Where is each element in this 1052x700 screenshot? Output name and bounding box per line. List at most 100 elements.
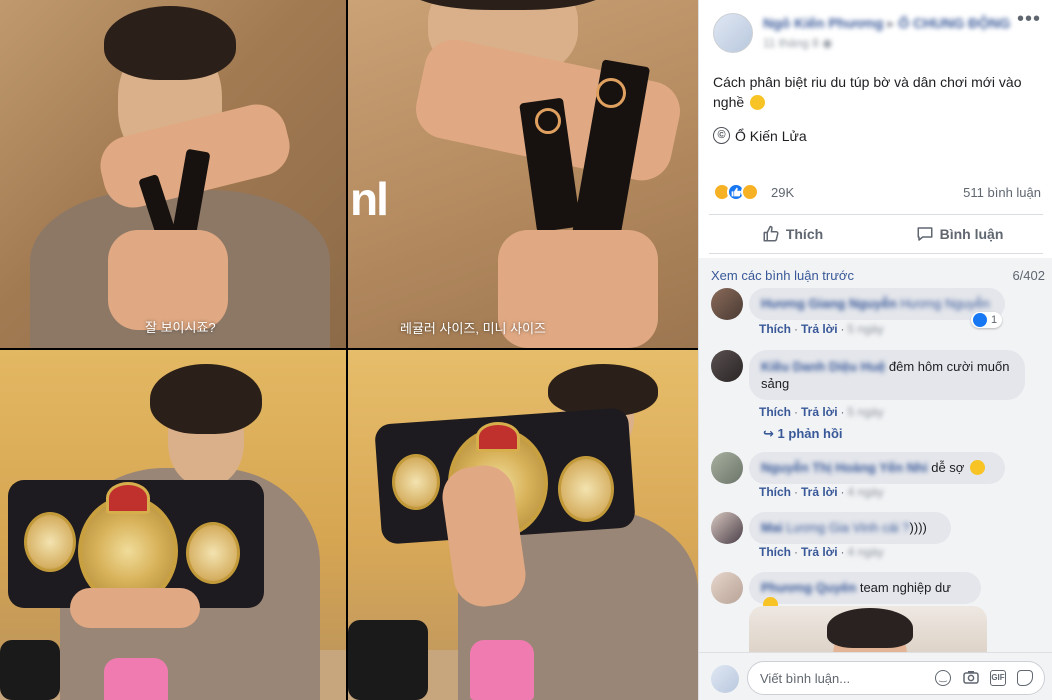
comment-attached-photo[interactable]	[749, 606, 987, 652]
view-replies-link[interactable]: ↪ 1 phản hồi	[763, 426, 843, 442]
photo-panel-top-left[interactable]: 잘 보이시죠?	[0, 0, 346, 348]
black-bag	[348, 620, 428, 700]
copyright-icon: ©	[713, 127, 730, 144]
brand-logo-partial: nl	[350, 173, 389, 225]
view-replies-label: 1 phản hồi	[777, 426, 843, 441]
comment-bubble: Mai Lương Gia Vinh cái ?))))	[749, 512, 951, 544]
comment-bubble: Hương Giang Nguyễn Hương Nguyễn	[749, 288, 1005, 320]
person-hand	[70, 588, 200, 628]
commenter-name[interactable]: Nguyễn Thị Hoàng Yến Nhi	[761, 460, 928, 475]
comment-actions: Thích · Trả lời · 4 ngày	[759, 485, 884, 499]
coffee-stick-logo	[535, 108, 561, 134]
like-button-label: Thích	[785, 226, 824, 242]
comment-bubble: Phương Quyên team nghiệp dư	[749, 572, 981, 612]
comments-list[interactable]: Xem các bình luận trước 6/402 Hương Gian…	[699, 258, 1052, 652]
group-name[interactable]: Ổ CHUNG ĐỘNG	[898, 15, 1010, 31]
person-hair	[104, 6, 236, 80]
comment-bubble: Nguyễn Thị Hoàng Yến Nhi dễ sợ	[749, 452, 1005, 484]
gif-icon[interactable]: GIF	[990, 670, 1006, 686]
view-previous-comments-link[interactable]: Xem các bình luận trước	[711, 268, 854, 283]
comment-like-link[interactable]: Thích	[759, 405, 791, 419]
photo-subtitle: 잘 보이시죠?	[145, 320, 216, 335]
post-timestamp[interactable]: 11 tháng 8	[763, 36, 819, 50]
belt-side-plate	[186, 522, 240, 584]
group-arrow: ▸	[887, 15, 899, 31]
commenter-avatar[interactable]	[711, 452, 743, 484]
photo-panel-bottom-right[interactable]	[348, 350, 698, 700]
sad-reaction-icon	[741, 183, 759, 201]
comment-text: ))))	[909, 520, 927, 535]
speech-bubble-icon	[917, 227, 933, 241]
post-message: Cách phân biệt riu du túp bờ và dân chơi…	[713, 72, 1043, 112]
like-button[interactable]: Thích	[709, 215, 876, 253]
post-timestamp-line: 11 tháng 8 ◉	[763, 36, 833, 50]
comment-item: Kiều Danh Diệu Huệ đêm hôm cười muốn sản…	[699, 350, 1052, 422]
pink-bottle	[104, 658, 168, 700]
comment-composer: ‿ GIF	[699, 652, 1052, 700]
commenter-avatar[interactable]	[711, 288, 743, 320]
thumbs-up-icon	[763, 225, 779, 242]
commenter-avatar[interactable]	[711, 572, 743, 604]
comment-like-link[interactable]: Thích	[759, 545, 791, 559]
tagged-name[interactable]: Lương Gia Vinh cái ?	[786, 520, 909, 535]
camera-icon[interactable]	[963, 670, 979, 686]
comment-item: Mai Lương Gia Vinh cái ?)))) Thích · Trả l…	[699, 512, 1052, 562]
current-user-avatar	[711, 665, 739, 693]
comment-time[interactable]: 4 ngày	[848, 485, 884, 499]
rofl-emoji-icon	[969, 460, 985, 475]
comment-reply-link[interactable]: Trả lời	[801, 405, 838, 419]
person-hair	[150, 364, 262, 434]
comment-item: Nguyễn Thị Hoàng Yến Nhi dễ sợ Thích · Trả…	[699, 452, 1052, 502]
smiley-icon[interactable]: ‿	[935, 670, 951, 686]
commenter-name[interactable]: Hương Giang Nguyễn	[761, 296, 897, 311]
photo-panel-bottom-left[interactable]	[0, 350, 346, 700]
comment-like-count: 1	[991, 314, 998, 326]
belt-crown	[106, 482, 150, 514]
commenter-avatar[interactable]	[711, 512, 743, 544]
commenter-name[interactable]: Kiều Danh Diệu Huệ	[761, 359, 885, 374]
reaction-summary[interactable]: 29K 511 bình luận	[699, 177, 1052, 209]
comment-time[interactable]: 4 ngày	[848, 545, 884, 559]
more-options-icon[interactable]: •••	[1017, 9, 1040, 32]
privacy-globe-icon: ◉	[822, 36, 833, 50]
comment-time[interactable]: 5 ngày	[848, 322, 884, 336]
comment-actions: Thích · Trả lời · 4 ngày	[759, 545, 884, 559]
post-action-bar: Thích Bình luận	[709, 214, 1043, 254]
comment-count[interactable]: 511 bình luận	[963, 185, 1041, 200]
commenter-name[interactable]: Phương Quyên	[761, 580, 856, 595]
comment-text: team nghiệp dư	[859, 580, 951, 595]
tagged-name[interactable]: Hương Nguyễn	[900, 296, 990, 311]
belt-crown	[476, 422, 520, 452]
comment-button-label: Bình luận	[939, 226, 1004, 242]
photo-panel-top-right[interactable]: nl 레귤러 사이즈, 미니 사이즈	[348, 0, 698, 348]
post-photo-collage[interactable]: 잘 보이시죠? nl 레귤러 사이즈, 미니 사이즈	[0, 0, 698, 700]
comment-pager: 6/402	[1012, 268, 1045, 283]
author-name[interactable]: Ngô Kiến Phương	[763, 15, 883, 31]
comment-button[interactable]: Bình luận	[876, 215, 1043, 253]
comment-reply-link[interactable]: Trả lời	[801, 322, 838, 336]
author-avatar[interactable]	[713, 13, 753, 53]
comment-like-link[interactable]: Thích	[759, 322, 791, 336]
belt-side-plate	[558, 456, 614, 522]
reaction-count[interactable]: 29K	[771, 185, 794, 200]
post-author-line: Ngô Kiến Phương ▸ Ổ CHUNG ĐỘNG	[763, 15, 1010, 32]
comment-like-badge[interactable]: 1	[971, 312, 1003, 328]
reply-arrow-icon: ↪	[763, 426, 774, 441]
commenter-name[interactable]: Mai	[761, 520, 783, 535]
comment-time[interactable]: 5 ngày	[848, 405, 884, 419]
comment-bubble: Kiều Danh Diệu Huệ đêm hôm cười muốn sản…	[749, 350, 1025, 400]
photo-subtitle: 레귤러 사이즈, 미니 사이즈	[400, 321, 547, 336]
comment-text: dễ sợ	[931, 460, 965, 475]
photo-person-hair	[827, 608, 913, 648]
commenter-avatar[interactable]	[711, 350, 743, 382]
comment-actions: Thích · Trả lời · 5 ngày	[759, 322, 884, 336]
comment-reply-link[interactable]: Trả lời	[801, 545, 838, 559]
comment-like-link[interactable]: Thích	[759, 485, 791, 499]
comment-actions: Thích · Trả lời · 5 ngày	[759, 405, 884, 419]
comment-reply-link[interactable]: Trả lời	[801, 485, 838, 499]
post-side-panel: Ngô Kiến Phương ▸ Ổ CHUNG ĐỘNG 11 tháng …	[698, 0, 1052, 700]
pink-bottle	[470, 640, 534, 700]
belt-side-plate	[392, 454, 440, 510]
belt-side-plate	[24, 512, 76, 572]
copyright-owner: Ổ Kiến Lửa	[735, 127, 807, 144]
